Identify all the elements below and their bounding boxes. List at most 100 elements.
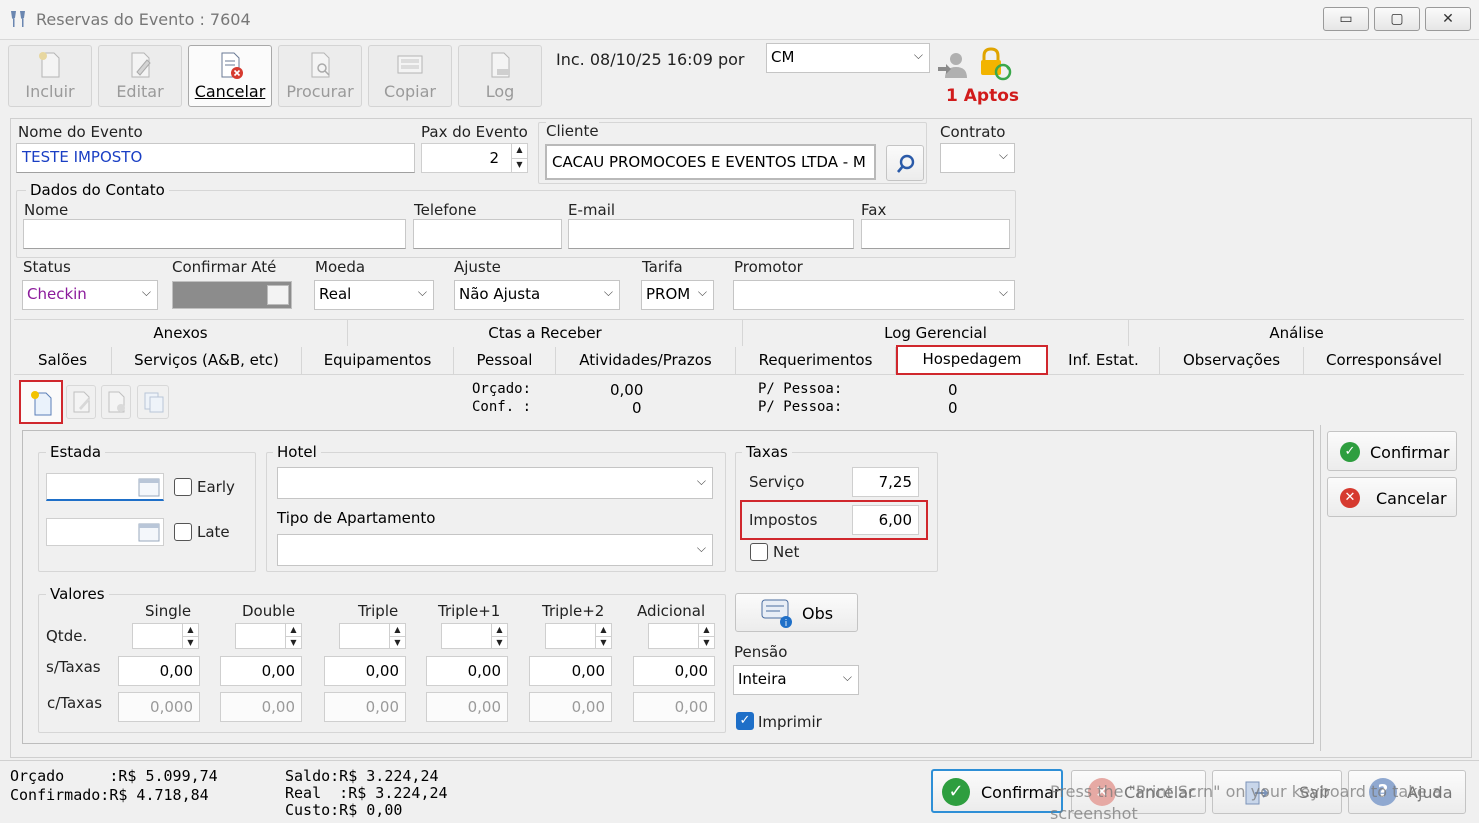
tab-pessoal[interactable]: Pessoal (454, 347, 556, 375)
calendar-icon[interactable] (138, 522, 160, 542)
edit-lodging-button[interactable] (66, 385, 96, 419)
fax-label: Fax (861, 201, 887, 219)
service-input[interactable]: 7,25 (852, 467, 919, 497)
cancelar-toolbar-button[interactable]: Cancelar (188, 45, 272, 107)
no-tax-triple2[interactable]: 0,00 (529, 656, 612, 686)
lock-refresh-icon[interactable] (976, 46, 1012, 82)
minimize-button[interactable]: ▭ (1323, 7, 1369, 31)
spin-down-icon[interactable]: ▼ (285, 636, 301, 648)
contract-combo[interactable]: ⌵ (940, 143, 1015, 173)
qty-double-stepper[interactable]: ▲ ▼ (235, 623, 302, 649)
status-combo[interactable]: Checkin ⌵ (22, 280, 158, 310)
early-checkbox[interactable] (174, 478, 192, 496)
tab-atividades[interactable]: Atividades/Prazos (556, 347, 736, 375)
tab-saloes[interactable]: Salões (14, 347, 112, 375)
print-label: Imprimir (758, 713, 822, 731)
log-button[interactable]: Log (458, 45, 542, 107)
detail-cancel-button[interactable]: ✕ Cancelar (1327, 477, 1457, 517)
pax-stepper[interactable]: 2 ▲ ▼ (421, 143, 528, 173)
hotel-combo[interactable]: ⌵ (277, 467, 713, 499)
new-document-icon (35, 50, 65, 80)
checkin-date-input[interactable] (46, 473, 164, 501)
detail-actions-area (1320, 425, 1464, 751)
tab-corresponsavel[interactable]: Corresponsável (1304, 347, 1464, 375)
footer-confirm-button[interactable]: ✓ Confirmar (931, 769, 1063, 813)
late-checkbox[interactable] (174, 523, 192, 541)
contact-name-input[interactable] (23, 219, 406, 249)
calendar-icon[interactable] (138, 477, 160, 497)
editar-button[interactable]: Editar (98, 45, 182, 107)
tab-ctas-a-receber[interactable]: Ctas a Receber (348, 320, 743, 346)
procurar-button[interactable]: Procurar (278, 45, 362, 107)
detail-confirm-button[interactable]: ✓ Confirmar (1327, 431, 1457, 471)
no-tax-double[interactable]: 0,00 (220, 656, 302, 686)
currency-combo[interactable]: Real ⌵ (314, 280, 434, 310)
tab-log-gerencial[interactable]: Log Gerencial (743, 320, 1129, 346)
spin-up-icon[interactable]: ▲ (698, 624, 714, 636)
tab-analise[interactable]: Análise (1129, 320, 1464, 346)
client-search-button[interactable] (886, 145, 924, 181)
board-combo[interactable]: Inteira ⌵ (733, 665, 859, 695)
spin-up-icon[interactable]: ▲ (511, 144, 527, 158)
calendar-icon[interactable] (267, 285, 289, 305)
with-tax-triple1: 0,00 (426, 692, 508, 722)
tab-hospedagem[interactable]: Hospedagem (896, 345, 1048, 375)
user-combo[interactable]: CM ⌵ (766, 43, 930, 73)
tab-observacoes[interactable]: Observações (1160, 347, 1304, 375)
qty-additional-stepper[interactable]: ▲ ▼ (648, 623, 715, 649)
fax-input[interactable] (861, 219, 1010, 249)
no-tax-triple1[interactable]: 0,00 (426, 656, 508, 686)
tax-input[interactable]: 6,00 (852, 505, 919, 535)
search-icon (895, 153, 917, 179)
qty-triple1-stepper[interactable]: ▲ ▼ (441, 623, 508, 649)
adjust-combo[interactable]: Não Ajusta ⌵ (454, 280, 620, 310)
checkout-date-input[interactable] (46, 518, 164, 546)
email-input[interactable] (568, 219, 854, 249)
spin-down-icon[interactable]: ▼ (491, 636, 507, 648)
user-transfer-icon[interactable] (936, 48, 972, 84)
spin-down-icon[interactable]: ▼ (595, 636, 611, 648)
spin-down-icon[interactable]: ▼ (182, 636, 198, 648)
phone-input[interactable] (413, 219, 562, 249)
copy-icon (142, 390, 166, 418)
obs-button[interactable]: i Obs (735, 593, 858, 632)
col-triple: Triple (358, 602, 399, 620)
new-lodging-button[interactable] (19, 380, 63, 424)
spin-down-icon[interactable]: ▼ (698, 636, 714, 648)
spin-down-icon[interactable]: ▼ (389, 636, 405, 648)
spin-up-icon[interactable]: ▲ (491, 624, 507, 636)
tab-servicos[interactable]: Serviços (A&B, etc) (112, 347, 302, 375)
copiar-button[interactable]: Copiar (368, 45, 452, 107)
spin-up-icon[interactable]: ▲ (595, 624, 611, 636)
spin-down-icon[interactable]: ▼ (511, 158, 527, 172)
no-tax-additional[interactable]: 0,00 (633, 656, 715, 686)
net-checkbox[interactable] (750, 543, 768, 561)
qty-single-stepper[interactable]: ▲ ▼ (132, 623, 199, 649)
no-tax-single[interactable]: 0,00 (118, 656, 200, 686)
close-button[interactable]: ✕ (1425, 7, 1471, 31)
maximize-button[interactable]: ▢ (1374, 7, 1420, 31)
estada-title: Estada (46, 443, 106, 461)
hotel-title: Hotel (273, 443, 321, 461)
aptos-count[interactable]: 1 Aptos (946, 86, 1019, 106)
event-name-input[interactable]: TESTE IMPOSTO (16, 143, 415, 173)
tab-equipamentos[interactable]: Equipamentos (302, 347, 454, 375)
client-input[interactable]: CACAU PROMOCOES E EVENTOS LTDA - M (545, 144, 876, 180)
no-tax-triple[interactable]: 0,00 (324, 656, 406, 686)
tab-anexos[interactable]: Anexos (14, 320, 348, 346)
rate-combo[interactable]: PROM ⌵ (641, 280, 714, 310)
incluir-button[interactable]: Incluir (8, 45, 92, 107)
spin-up-icon[interactable]: ▲ (389, 624, 405, 636)
tab-inf-estat[interactable]: Inf. Estat. (1048, 347, 1160, 375)
confirm-until-date[interactable] (172, 281, 292, 309)
spin-up-icon[interactable]: ▲ (182, 624, 198, 636)
qty-triple-stepper[interactable]: ▲ ▼ (339, 623, 406, 649)
promoter-combo[interactable]: ⌵ (733, 280, 1015, 310)
print-checkbox[interactable]: ✓ (736, 712, 754, 730)
delete-lodging-button[interactable] (101, 385, 131, 419)
tab-requerimentos[interactable]: Requerimentos (736, 347, 896, 375)
spin-up-icon[interactable]: ▲ (285, 624, 301, 636)
room-type-combo[interactable]: ⌵ (277, 534, 713, 566)
qty-triple2-stepper[interactable]: ▲ ▼ (545, 623, 612, 649)
copy-lodging-button[interactable] (137, 385, 169, 419)
